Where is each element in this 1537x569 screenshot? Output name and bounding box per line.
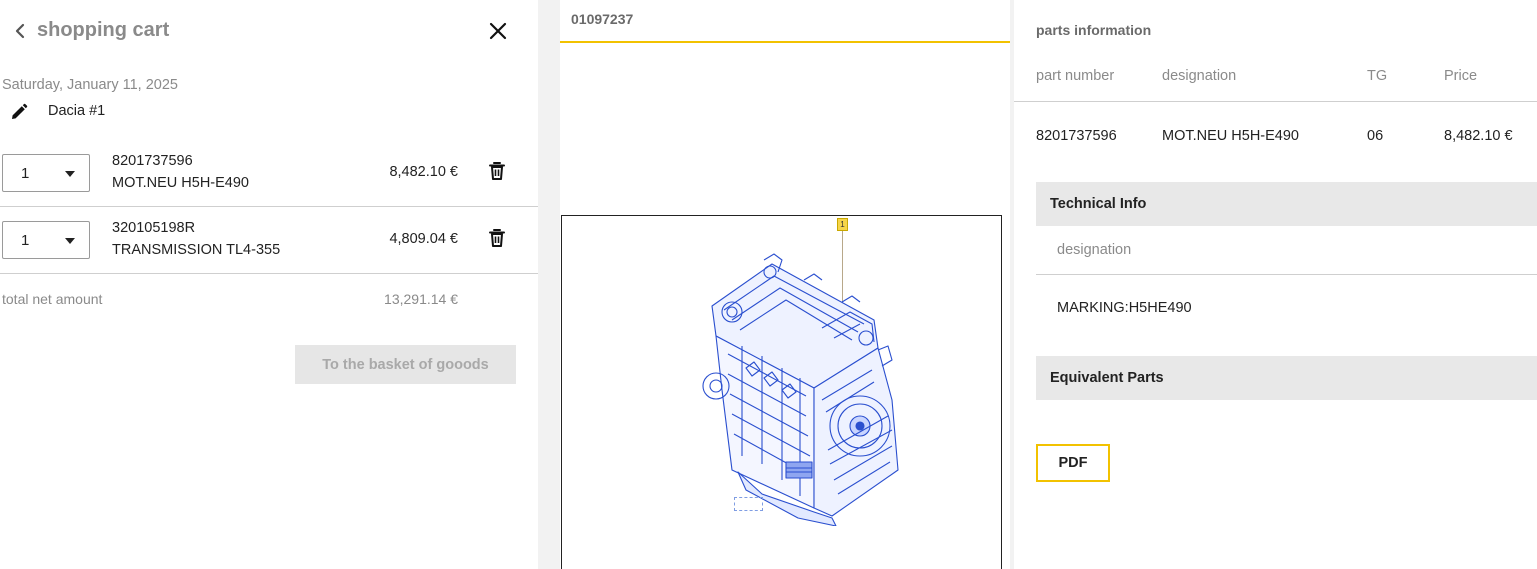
quantity-select[interactable]: 1 bbox=[2, 221, 90, 259]
cell-price: 8,482.10 € bbox=[1444, 128, 1513, 144]
equivalent-parts-header[interactable]: Equivalent Parts bbox=[1036, 356, 1537, 400]
cart-date: Saturday, January 11, 2025 bbox=[2, 77, 178, 93]
diagram-panel: 01097237 1 bbox=[560, 0, 1010, 569]
technical-info-value: MARKING:H5HE490 bbox=[1057, 300, 1192, 316]
chevron-down-icon bbox=[65, 171, 75, 177]
panel-gutter bbox=[538, 0, 560, 569]
cell-designation: MOT.NEU H5H-E490 bbox=[1162, 128, 1299, 144]
item-part-number: 8201737596 bbox=[112, 153, 193, 169]
total-net-amount-label: total net amount bbox=[2, 291, 103, 307]
trash-icon[interactable] bbox=[488, 228, 506, 248]
pencil-icon[interactable] bbox=[10, 103, 28, 121]
parts-info-title: parts information bbox=[1036, 22, 1152, 38]
parts-table-header: part number designation TG Price bbox=[1014, 50, 1537, 102]
equivalent-parts-label: Equivalent Parts bbox=[1050, 370, 1164, 386]
trash-icon[interactable] bbox=[488, 161, 506, 181]
cart-header: shopping cart bbox=[0, 0, 538, 62]
quantity-select[interactable]: 1 bbox=[2, 154, 90, 192]
column-header-part-number: part number bbox=[1036, 68, 1115, 84]
callout-badge[interactable]: 1 bbox=[837, 218, 848, 231]
item-price: 4,809.04 € bbox=[389, 231, 458, 247]
chevron-left-icon[interactable] bbox=[10, 21, 30, 41]
cart-name[interactable]: Dacia #1 bbox=[48, 103, 105, 119]
item-part-number: 320105198R bbox=[112, 220, 196, 236]
cell-part-number: 8201737596 bbox=[1036, 128, 1117, 144]
diagram-placeholder-box bbox=[734, 497, 763, 511]
quantity-value: 1 bbox=[21, 232, 30, 249]
table-row[interactable]: 8201737596 MOT.NEU H5H-E490 06 8,482.10 … bbox=[1014, 102, 1537, 168]
column-header-designation: designation bbox=[1162, 68, 1237, 84]
parts-information-panel: parts information part number designatio… bbox=[1014, 0, 1537, 569]
technical-info-subheader: designation bbox=[1036, 226, 1537, 275]
column-header-tg: TG bbox=[1367, 68, 1388, 84]
cell-tg: 06 bbox=[1367, 128, 1384, 144]
diagram-tab-label: 01097237 bbox=[571, 11, 634, 27]
engine-drawing bbox=[702, 253, 899, 526]
quantity-value: 1 bbox=[21, 165, 30, 182]
parts-diagram[interactable]: 1 bbox=[561, 215, 1002, 569]
chevron-down-icon bbox=[65, 238, 75, 244]
cart-title: shopping cart bbox=[37, 19, 170, 41]
to-basket-button[interactable]: To the basket of gooods bbox=[295, 345, 516, 384]
close-icon[interactable] bbox=[485, 18, 511, 44]
pdf-button[interactable]: PDF bbox=[1036, 444, 1110, 482]
item-designation: MOT.NEU H5H-E490 bbox=[112, 175, 249, 191]
technical-info-header[interactable]: Technical Info bbox=[1036, 182, 1537, 226]
item-designation: TRANSMISSION TL4-355 bbox=[112, 242, 281, 258]
technical-info-label: Technical Info bbox=[1050, 196, 1147, 212]
cart-item-row: 1 320105198R TRANSMISSION TL4-355 4,809.… bbox=[0, 208, 538, 274]
cart-item-row: 1 8201737596 MOT.NEU H5H-E490 8,482.10 € bbox=[0, 141, 538, 207]
diagram-tab[interactable]: 01097237 bbox=[560, 0, 1010, 43]
column-header-price: Price bbox=[1444, 68, 1478, 84]
total-net-amount-value: 13,291.14 € bbox=[384, 291, 458, 307]
item-price: 8,482.10 € bbox=[389, 164, 458, 180]
shopping-cart-panel: shopping cart Saturday, January 11, 2025… bbox=[0, 0, 538, 569]
technical-info-designation-label: designation bbox=[1057, 242, 1132, 258]
